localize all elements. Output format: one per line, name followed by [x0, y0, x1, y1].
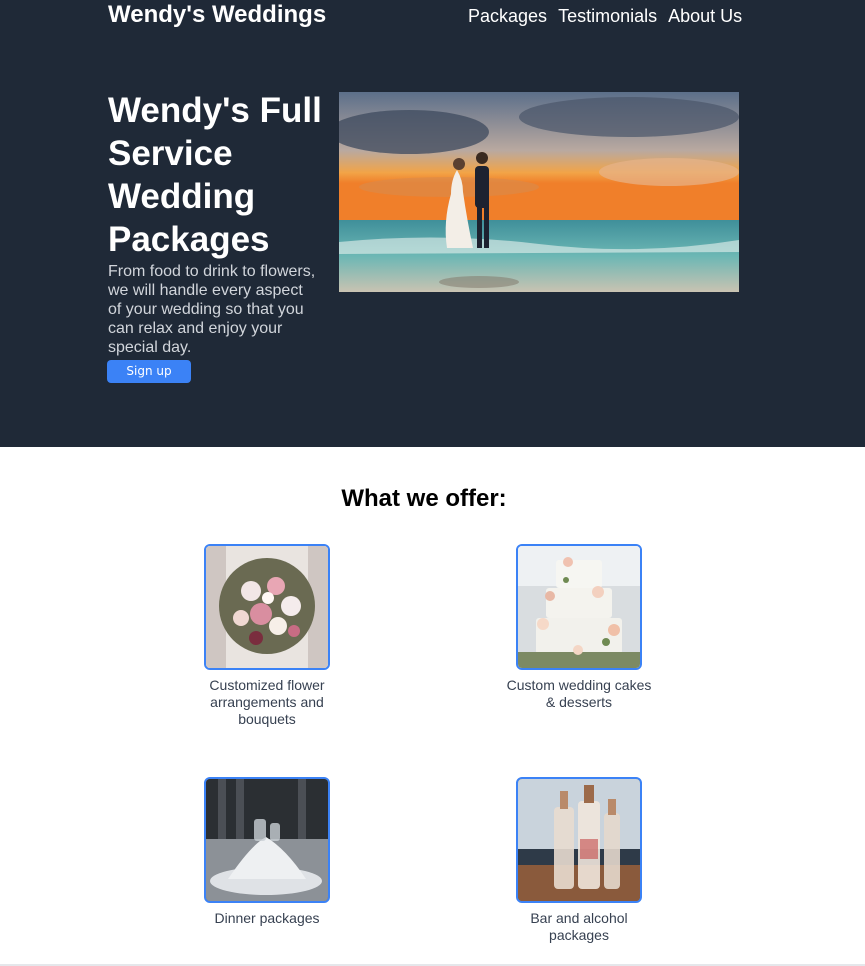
offer-card-bar[interactable]: Bar and alcohol packages [504, 777, 654, 944]
nav-packages[interactable]: Packages [468, 4, 547, 28]
hero-section: Wendy's Weddings Packages Testimonials A… [0, 0, 865, 447]
liquor-bottles-image [516, 777, 642, 903]
nav-about-us[interactable]: About Us [668, 4, 742, 28]
offer-caption: Custom wedding cakes & desserts [506, 677, 652, 710]
offer-card-cakes[interactable]: Custom wedding cakes & desserts [504, 544, 654, 711]
beach-wedding-image [339, 92, 739, 292]
offer-title: What we offer: [341, 485, 507, 512]
signup-button[interactable]: Sign up [107, 360, 191, 383]
hero-description: From food to drink to flowers, we will h… [108, 263, 316, 356]
offer-caption: Dinner packages [214, 910, 320, 926]
offer-caption: Bar and alcohol packages [530, 910, 628, 943]
wedding-cake-image [516, 544, 642, 670]
brand-title[interactable]: Wendy's Weddings [108, 0, 326, 30]
hero-title: Wendy's Full Service Wedding Packages [108, 91, 322, 259]
bouquet-image [204, 544, 330, 670]
nav-testimonials[interactable]: Testimonials [558, 4, 657, 28]
dinner-table-image [204, 777, 330, 903]
offer-caption: Customized flower arrangements and bouqu… [209, 677, 325, 727]
main-nav: Packages Testimonials About Us [468, 4, 742, 28]
offer-card-flowers[interactable]: Customized flower arrangements and bouqu… [192, 544, 342, 728]
offer-card-dinner[interactable]: Dinner packages [192, 777, 342, 927]
